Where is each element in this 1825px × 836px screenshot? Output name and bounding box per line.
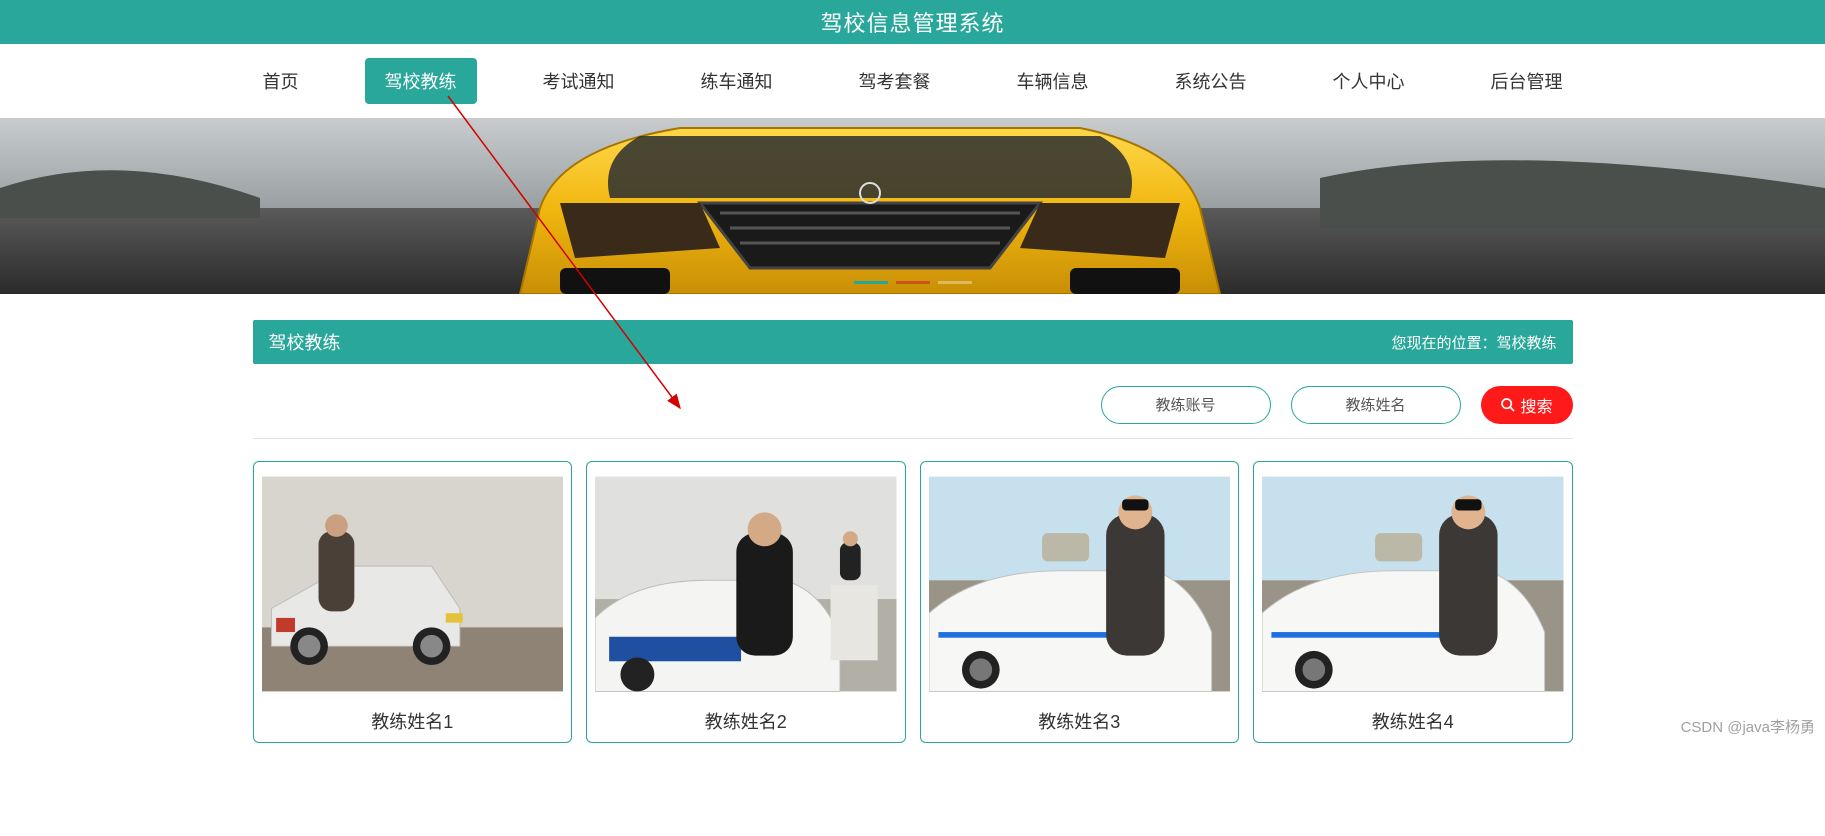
section-title-bar: 驾校教练 您现在的位置：驾校教练 [253, 320, 1573, 364]
coach-card-title: 教练姓名4 [1262, 698, 1564, 734]
breadcrumb-prefix: 您现在的位置： [1391, 335, 1496, 352]
breadcrumb-current: 驾校教练 [1496, 335, 1556, 352]
search-button[interactable]: 搜索 [1481, 386, 1573, 424]
nav-vehicle[interactable]: 车辆信息 [997, 58, 1109, 104]
search-bar: 搜索 [253, 364, 1573, 439]
nav-package[interactable]: 驾考套餐 [839, 58, 951, 104]
nav-home[interactable]: 首页 [243, 58, 319, 104]
nav-announcement[interactable]: 系统公告 [1155, 58, 1267, 104]
coach-card-title: 教练姓名1 [262, 698, 564, 734]
banner-dot-1[interactable] [854, 281, 888, 284]
nav-practice-notice[interactable]: 练车通知 [681, 58, 793, 104]
app-title: 驾校信息管理系统 [820, 6, 1004, 38]
hero-banner[interactable] [0, 118, 1825, 294]
coach-list: 教练姓名1 教练姓名2 [253, 461, 1573, 743]
breadcrumb: 您现在的位置：驾校教练 [1391, 332, 1556, 353]
app-header: 驾校信息管理系统 [0, 0, 1825, 44]
search-button-label: 搜索 [1520, 393, 1552, 417]
coach-card-title: 教练姓名2 [595, 698, 897, 734]
coach-card-title: 教练姓名3 [929, 698, 1231, 734]
nav-admin[interactable]: 后台管理 [1471, 58, 1583, 104]
nav-exam-notice[interactable]: 考试通知 [523, 58, 635, 104]
banner-dot-3[interactable] [938, 281, 972, 284]
search-icon [1500, 397, 1516, 413]
coach-card[interactable]: 教练姓名3 [920, 461, 1240, 743]
banner-pagination[interactable] [854, 281, 972, 284]
watermark: CSDN @java李杨勇 [1681, 716, 1815, 737]
coach-card[interactable]: 教练姓名1 [253, 461, 573, 743]
coach-card[interactable]: 教练姓名2 [586, 461, 906, 743]
nav-profile[interactable]: 个人中心 [1313, 58, 1425, 104]
banner-car-image [0, 118, 1825, 294]
coach-account-input[interactable] [1101, 386, 1271, 424]
nav-coach[interactable]: 驾校教练 [365, 58, 477, 104]
main-nav: 首页 驾校教练 考试通知 练车通知 驾考套餐 车辆信息 系统公告 个人中心 后台… [0, 44, 1825, 118]
coach-photo [262, 470, 564, 698]
banner-dot-2[interactable] [896, 281, 930, 284]
coach-photo [1262, 470, 1564, 698]
coach-photo [929, 470, 1231, 698]
coach-photo [595, 470, 897, 698]
coach-card[interactable]: 教练姓名4 [1253, 461, 1573, 743]
coach-name-input[interactable] [1291, 386, 1461, 424]
section-title: 驾校教练 [269, 329, 341, 355]
